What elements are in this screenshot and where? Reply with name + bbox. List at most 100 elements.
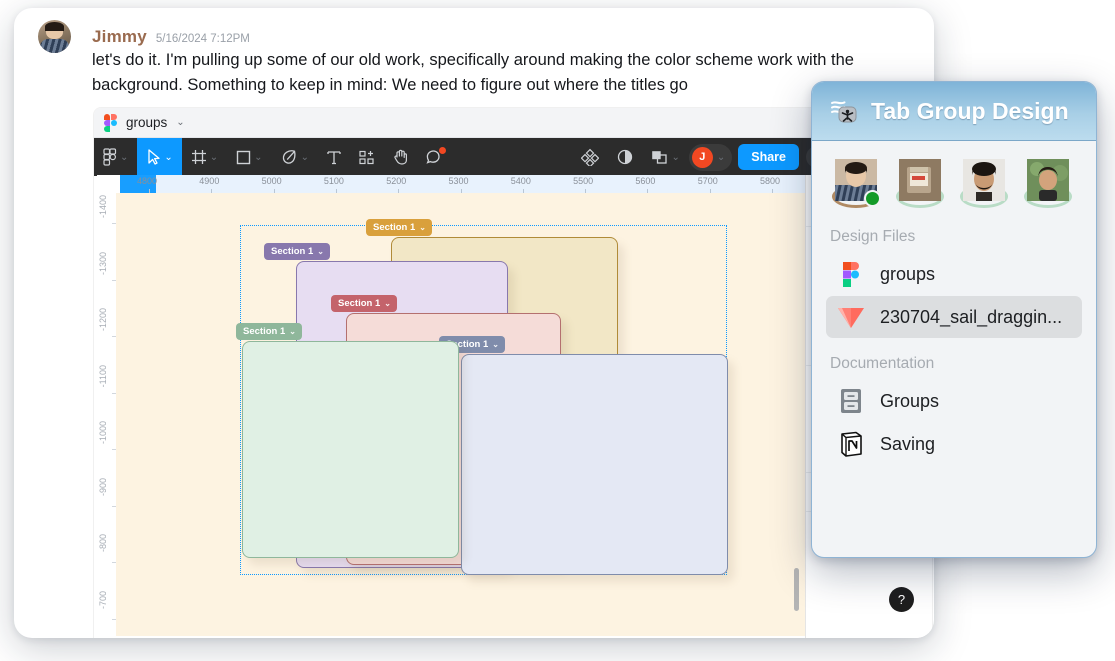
chevron-down-icon[interactable]: ⌄ — [120, 152, 128, 163]
tab-group-item-saving[interactable]: Saving — [826, 423, 1082, 465]
member-avatar-2[interactable] — [896, 159, 944, 208]
text-tool-button[interactable] — [318, 138, 350, 176]
message-author: Jimmy — [92, 27, 147, 46]
chevron-down-icon[interactable]: ⌄ — [289, 327, 296, 336]
chevron-down-icon[interactable]: ⌄ — [419, 223, 426, 232]
tab-group-item-label: Saving — [880, 433, 936, 454]
comment-badge — [438, 147, 446, 154]
ruler-tick-label: 5400 — [510, 176, 531, 186]
sea-wave-icon — [829, 96, 859, 126]
ruler-tick-label: 5100 — [323, 176, 344, 186]
member-avatar-1[interactable] — [832, 159, 881, 208]
tab-group-panel: Tab Group Design Design Files groups 230… — [811, 81, 1097, 558]
figma-window: groups ⌄ ⌄ ⌄ ⌄ ⌄ ⌄ ⌄ J ⌄ Share 4800 4900… — [94, 108, 932, 638]
tab-group-item-groups[interactable]: groups — [826, 253, 1082, 295]
frame-icon — [191, 150, 206, 164]
contrast-tool-button[interactable] — [608, 138, 642, 176]
screenshot-root: Jimmy 5/16/2024 7:12PM let's do it. I'm … — [0, 0, 1115, 661]
ruler-corner — [97, 175, 120, 193]
stacked-squares-icon — [652, 150, 668, 164]
tab-group-body: Design Files groups 230704_sail_draggin.… — [812, 141, 1096, 465]
figma-tab-bar: groups ⌄ — [94, 108, 932, 138]
ruler-tick-label: -1100 — [98, 364, 108, 387]
tab-group-header: Tab Group Design — [812, 82, 1096, 141]
message-timestamp: 5/16/2024 7:12PM — [155, 33, 250, 45]
chevron-down-icon[interactable]: ⌄ — [317, 247, 324, 256]
section-label[interactable]: Section 1 ⌄ — [366, 219, 432, 236]
ruler-tick-label: -900 — [98, 477, 108, 496]
ruler-tick-label: -1000 — [98, 421, 108, 445]
message-text: let's do it. I'm pulling up some of our … — [92, 51, 854, 94]
chat-message-card: Jimmy 5/16/2024 7:12PM let's do it. I'm … — [14, 8, 934, 638]
ruler-tick-label: -1400 — [98, 195, 108, 219]
section-label-text: Section 1 — [338, 297, 381, 309]
tab-group-item-sail-dragging[interactable]: 230704_sail_draggin... — [826, 296, 1082, 338]
avatar-body — [40, 39, 69, 53]
ruler-tick-label: 5300 — [448, 176, 469, 186]
chevron-down-icon[interactable]: ⌄ — [254, 152, 262, 163]
figma-menu-button[interactable]: ⌄ — [94, 138, 137, 176]
canvas-section[interactable] — [242, 341, 459, 558]
components-tool-button[interactable] — [350, 138, 384, 176]
section-label-text: Section 1 — [373, 221, 416, 233]
member-avatar-4[interactable] — [1024, 159, 1072, 208]
plugins-tool-button[interactable] — [572, 138, 608, 176]
components-plus-icon — [359, 150, 374, 164]
tab-group-item-groups-doc[interactable]: Groups — [826, 380, 1082, 422]
ruler-tick-label: 5600 — [635, 176, 656, 186]
member-avatar-2-ring — [896, 159, 944, 208]
avatar-hair — [45, 22, 64, 31]
vertical-ruler[interactable]: -1400 -1300 -1200 -1100 -1000 -900 -800 -700 — [97, 193, 116, 631]
tab-group-item-label: Groups — [880, 390, 940, 411]
figma-toolbar: ⌄ ⌄ ⌄ ⌄ ⌄ ⌄ J ⌄ Share — [94, 138, 932, 176]
layers-tool-button[interactable]: ⌄ — [642, 138, 688, 176]
canvas-section[interactable] — [461, 354, 728, 575]
pen-tool-button[interactable]: ⌄ — [272, 138, 318, 176]
section-label[interactable]: Section 1 ⌄ — [331, 295, 397, 312]
chevron-down-icon[interactable]: ⌄ — [717, 152, 725, 163]
ruler-tick-label: 5700 — [697, 176, 718, 186]
help-button[interactable]: ? — [889, 587, 914, 612]
ruler-tick-label: 4800 — [137, 176, 158, 186]
chevron-down-icon[interactable]: ⌄ — [671, 152, 679, 163]
chevron-down-icon[interactable]: ⌄ — [176, 117, 184, 128]
figma-tab-title[interactable]: groups — [126, 115, 167, 130]
ruler-tick-label: -1300 — [98, 251, 108, 275]
sketch-file-icon — [836, 302, 866, 332]
figma-canvas[interactable]: Section 1 ⌄ Section 1 ⌄ Section 1 ⌄ Section 1 ⌄… — [116, 193, 805, 636]
group-title-documentation: Documentation — [830, 355, 935, 372]
message-header: Jimmy 5/16/2024 7:12PM — [92, 27, 250, 47]
ruler-tick-label: -1200 — [98, 308, 108, 332]
chevron-down-icon[interactable]: ⌄ — [210, 152, 218, 163]
horizontal-ruler[interactable]: 4800 4900 5000 5100 5200 5300 5400 5500 5600 5700… — [120, 175, 805, 193]
figma-file-icon — [836, 259, 866, 289]
group-title-design-files: Design Files — [830, 228, 916, 245]
user-avatar: J — [691, 146, 713, 168]
comment-tool-button[interactable] — [417, 138, 451, 176]
shape-tool-button[interactable]: ⌄ — [227, 138, 271, 176]
figma-logo-icon — [103, 148, 117, 166]
section-label[interactable]: Section 1 ⌄ — [264, 243, 330, 260]
member-avatar-4-ring — [1024, 159, 1072, 208]
ruler-tick-label: 5800 — [760, 176, 781, 186]
chevron-down-icon[interactable]: ⌄ — [492, 340, 499, 349]
user-avatar-menu[interactable]: J ⌄ — [688, 143, 733, 171]
hand-tool-button[interactable] — [384, 138, 417, 176]
ruler-tick-label: 4900 — [199, 176, 220, 186]
member-avatar-3[interactable] — [960, 159, 1008, 208]
chevron-down-icon[interactable]: ⌄ — [301, 152, 309, 163]
section-label[interactable]: Section 1 ⌄ — [236, 323, 302, 340]
half-circle-icon — [618, 149, 633, 165]
move-tool-button[interactable]: ⌄ — [137, 138, 182, 176]
panel-vertical-scrollbar[interactable] — [794, 568, 799, 611]
archive-file-icon — [836, 386, 866, 416]
tab-group-item-label: 230704_sail_draggin... — [880, 306, 1063, 327]
frame-tool-button[interactable]: ⌄ — [182, 138, 227, 176]
member-avatar-3-ring — [960, 159, 1008, 208]
share-button[interactable]: Share — [738, 144, 799, 170]
ruler-tick-label: 5500 — [573, 176, 594, 186]
tab-group-item-label: groups — [880, 263, 936, 284]
chevron-down-icon[interactable]: ⌄ — [384, 299, 391, 308]
section-label-text: Section 1 — [243, 325, 286, 337]
chevron-down-icon[interactable]: ⌄ — [164, 152, 172, 163]
